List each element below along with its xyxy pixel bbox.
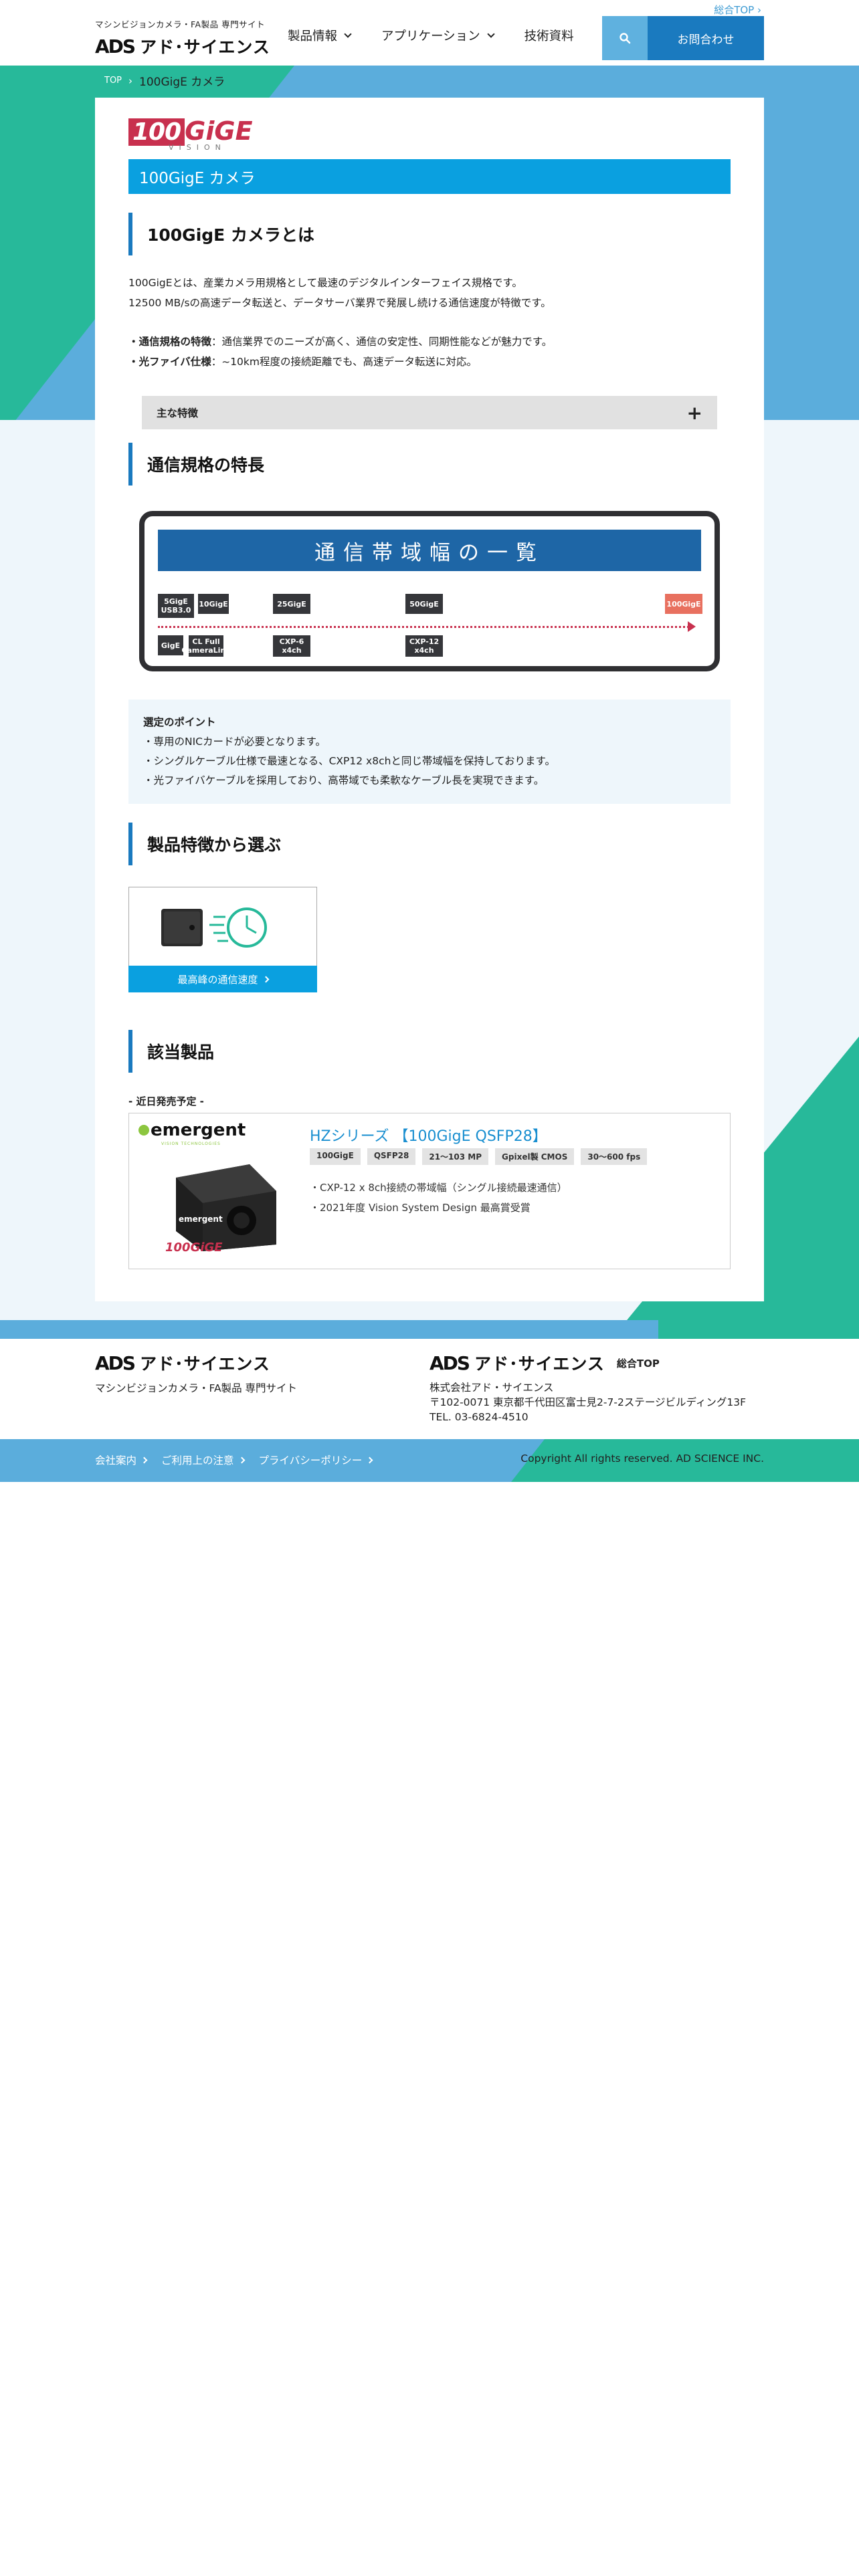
site-footer: ADS アド･サイエンス マシンビジョンカメラ・FA製品 専門サイト ADS ア… (0, 1339, 859, 1439)
bandwidth-tag-100gige: 100GigE (665, 594, 702, 614)
product-title[interactable]: HZシリーズ 【100GigE QSFP28】 (310, 1124, 547, 1146)
product-camera-image: emergent 100GiGE (165, 1164, 276, 1255)
product-tag: QSFP28 (367, 1148, 416, 1165)
search-button[interactable] (602, 16, 648, 60)
feature-card-speed[interactable]: 最高峰の通信速度 (128, 887, 317, 992)
product-bullets: ・CXP-12 x 8ch接続の帯域幅（シングル接続最速通信） ・2021年度 … (310, 1182, 567, 1214)
about-description: 100GigEとは、産業カメラ用規格として最速のデジタルインターフェイス規格です… (128, 277, 553, 368)
product-tags: 100GigE QSFP28 21～103 MP Gpixel製 CMOS 30… (310, 1148, 648, 1165)
nav-applications[interactable]: アプリケーション (381, 27, 495, 44)
ads-logo-mark: ADS (95, 35, 136, 58)
copyright: Copyright All rights reserved. AD SCIENC… (520, 1453, 764, 1465)
nav-products[interactable]: 製品情報 (288, 27, 352, 44)
bandwidth-tag-10gige: 10GigE (198, 594, 229, 614)
bandwidth-diagram: 通信帯域幅の一覧 5GigE USB3.0 10GigE 25GigE 50Gi… (139, 511, 720, 671)
main-content: 100 GiGE VISION 100GigE カメラ 100GigE カメラとは… (95, 98, 764, 1301)
accordion-label: 主な特徴 (157, 407, 199, 419)
arrow-right-icon (688, 621, 696, 632)
contact-button[interactable]: お問合わせ (648, 16, 764, 60)
bandwidth-tag-cxp6: CXP-6 x4ch (273, 635, 310, 657)
svg-text:100GiGE: 100GiGE (165, 1241, 223, 1255)
bandwidth-tag-cl-full: CL Full CameraLink (181, 635, 231, 657)
bandwidth-title: 通信帯域幅の一覧 (158, 530, 701, 571)
product-tag: 30～600 fps (581, 1148, 648, 1165)
section-heading-about: 100GigE カメラとは (128, 213, 314, 255)
bandwidth-tag-50gige: 50GigE (405, 594, 443, 614)
ads-logo-mark: ADS (430, 1352, 470, 1374)
brand-kana: アド･サイエンス (140, 1354, 270, 1374)
breadcrumb: TOP › 100GigE カメラ (104, 72, 225, 90)
global-top-link[interactable]: 総合TOP › (714, 3, 761, 17)
brand-kana: アド･サイエンス (474, 1354, 605, 1374)
footer-link-terms[interactable]: ご利用上の注意 (161, 1453, 245, 1467)
product-tag: Gpixel製 CMOS (495, 1148, 575, 1165)
breadcrumb-top[interactable]: TOP (104, 76, 122, 86)
search-icon (619, 33, 631, 44)
footer-link-company[interactable]: 会社案内 (95, 1453, 148, 1467)
features-accordion[interactable]: 主な特徴 + (142, 396, 717, 429)
brand-logo[interactable]: ADS アド･サイエンス (95, 34, 270, 58)
plus-icon: + (686, 401, 702, 424)
main-nav: 製品情報 アプリケーション 技術資料 (288, 27, 605, 44)
bandwidth-tag-gige: GigE (158, 635, 183, 655)
section-heading-by-feature: 製品特徴から選ぶ (128, 823, 281, 865)
brand-subtitle: マシンビジョンカメラ・FA製品 専門サイト (95, 19, 266, 29)
footer-link-privacy[interactable]: プライバシーポリシー (259, 1453, 373, 1467)
page-title: 100GigE カメラ (128, 159, 731, 194)
camera-speed-icon (161, 907, 267, 948)
bandwidth-tag-cxp12: CXP-12 x4ch (405, 635, 443, 657)
footer-corporate-logo[interactable]: ADS アド･サイエンス 総合TOP (430, 1351, 746, 1375)
product-tag: 21～103 MP (422, 1148, 489, 1165)
product-card-hz-series[interactable]: emergent VISION TECHNOLOGIES emergent 10… (128, 1113, 731, 1269)
100gige-vision-logo: 100 GiGE VISION (128, 116, 253, 152)
bandwidth-tag-25gige: 25GigE (273, 594, 310, 614)
footer-corporate: ADS アド･サイエンス 総合TOP 株式会社アド・サイエンス 〒102-007… (430, 1351, 746, 1424)
emergent-logo-sub: VISION TECHNOLOGIES (161, 1142, 221, 1146)
chevron-right-icon: › (128, 74, 133, 87)
footer-brand[interactable]: ADS アド･サイエンス マシンビジョンカメラ・FA製品 専門サイト (95, 1351, 297, 1395)
company-info: 株式会社アド・サイエンス 〒102-0071 東京都千代田区富士見2-7-2ステ… (430, 1382, 747, 1423)
emergent-logo: emergent (138, 1120, 246, 1140)
chevron-right-icon (140, 1457, 148, 1463)
section-heading-products: 該当製品 (128, 1030, 214, 1073)
selection-points: 選定のポイント ・専用のNICカードが必要となります。 ・シングルケーブル仕様で… (128, 700, 731, 804)
site-brand[interactable]: マシンビジョンカメラ・FA製品 専門サイト ADS アド･サイエンス (95, 17, 270, 58)
breadcrumb-current: 100GigE カメラ (139, 76, 225, 89)
chevron-right-icon (366, 1457, 373, 1463)
ads-logo-mark: ADS (95, 1352, 136, 1374)
chevron-down-icon (344, 29, 352, 38)
bandwidth-axis (158, 626, 693, 628)
brand-kana: アド･サイエンス (140, 37, 270, 57)
product-tag: 100GigE (310, 1148, 361, 1165)
section-heading-features: 通信規格の特長 (128, 443, 264, 486)
footer-top-teal (658, 1301, 859, 1339)
nav-tech-docs[interactable]: 技術資料 (524, 27, 574, 44)
feature-card-button[interactable]: 最高峰の通信速度 (128, 966, 317, 992)
chevron-right-icon (238, 1457, 245, 1463)
footer-top-label: 総合TOP (616, 1357, 660, 1370)
chevron-down-icon (486, 29, 495, 38)
coming-soon-label: - 近日発売予定 - (128, 1095, 204, 1107)
svg-text:emergent: emergent (179, 1214, 223, 1224)
site-header: 総合TOP › マシンビジョンカメラ・FA製品 専門サイト ADS アド･サイエ… (0, 0, 859, 66)
footer-subtitle: マシンビジョンカメラ・FA製品 専門サイト (95, 1382, 298, 1394)
footer-links: 会社案内 ご利用上の注意 プライバシーポリシー (95, 1453, 373, 1467)
chevron-right-icon (262, 976, 269, 982)
bandwidth-tag-5gige: 5GigE USB3.0 (158, 594, 194, 618)
